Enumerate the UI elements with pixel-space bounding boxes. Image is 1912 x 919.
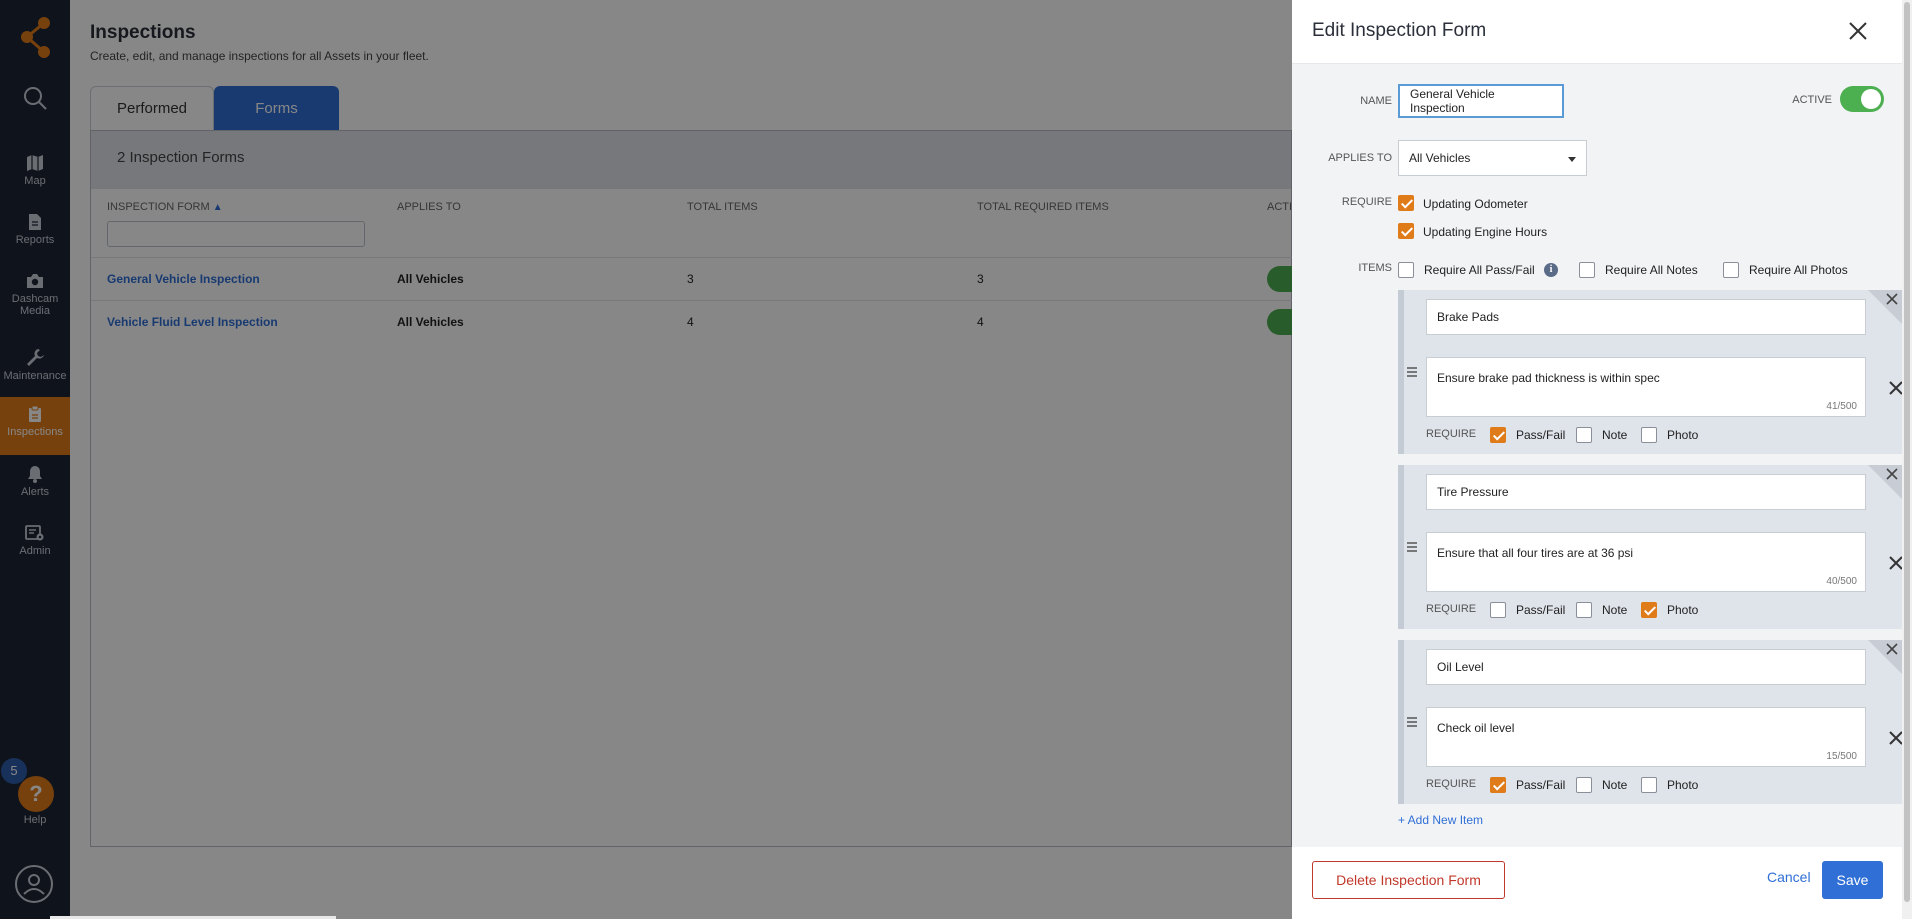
require-all-photos-checkbox[interactable] [1723, 262, 1739, 278]
item-pass-fail-checkbox[interactable] [1490, 777, 1506, 793]
require-engine-hours-label: Updating Engine Hours [1423, 225, 1548, 239]
item-pass-fail-label: Pass/Fail [1516, 778, 1566, 792]
require-all-pass-fail-label: Require All Pass/Fail [1424, 263, 1535, 277]
drag-handle-icon[interactable] [1406, 366, 1418, 378]
character-count: 40/500 [1826, 576, 1857, 587]
item-require-label: REQUIRE [1426, 778, 1477, 790]
modal-backdrop[interactable] [0, 0, 1292, 919]
item-photo-label: Photo [1667, 603, 1699, 617]
item-photo-checkbox[interactable] [1641, 602, 1657, 618]
items-label: ITEMS [1358, 262, 1392, 274]
applies-to-value: All Vehicles [1409, 151, 1471, 165]
require-odometer-label: Updating Odometer [1423, 197, 1528, 211]
form-name-input[interactable]: General Vehicle Inspection [1398, 84, 1564, 118]
require-engine-hours-checkbox[interactable] [1398, 223, 1414, 239]
item-description-input[interactable]: Ensure that all four tires are at 36 psi… [1426, 532, 1866, 592]
active-toggle[interactable] [1840, 86, 1884, 112]
applies-to-select[interactable]: All Vehicles [1398, 140, 1587, 176]
drag-handle-icon[interactable] [1406, 541, 1418, 553]
item-pass-fail-checkbox[interactable] [1490, 427, 1506, 443]
inspection-item: Tire Pressure Ensure that all four tires… [1398, 465, 1903, 629]
item-require-label: REQUIRE [1426, 603, 1477, 615]
item-pass-fail-checkbox[interactable] [1490, 602, 1506, 618]
close-icon[interactable] [1886, 293, 1898, 305]
close-icon[interactable] [1886, 468, 1898, 480]
item-photo-label: Photo [1667, 778, 1699, 792]
drag-handle-icon[interactable] [1406, 716, 1418, 728]
character-count: 15/500 [1826, 751, 1857, 762]
item-note-checkbox[interactable] [1576, 427, 1592, 443]
item-photo-label: Photo [1667, 428, 1699, 442]
name-label: NAME [1360, 95, 1392, 107]
item-require-label: REQUIRE [1426, 428, 1477, 440]
require-all-photos-label: Require All Photos [1749, 263, 1848, 277]
scrollbar-thumb[interactable] [1904, 2, 1910, 902]
panel-scrollbar[interactable] [1902, 0, 1912, 919]
require-all-notes-label: Require All Notes [1605, 263, 1698, 277]
item-description-text: Ensure brake pad thickness is within spe… [1437, 371, 1660, 385]
delete-inspection-form-button[interactable]: Delete Inspection Form [1312, 861, 1505, 899]
item-note-label: Note [1602, 603, 1628, 617]
panel-body: NAME General Vehicle Inspection ACTIVE A… [1292, 64, 1903, 847]
require-all-pass-fail-checkbox[interactable] [1398, 262, 1414, 278]
require-all-notes-checkbox[interactable] [1579, 262, 1595, 278]
close-icon[interactable] [1886, 643, 1898, 655]
save-button[interactable]: Save [1822, 861, 1883, 899]
item-photo-checkbox[interactable] [1641, 777, 1657, 793]
edit-inspection-form-panel: Edit Inspection Form NAME General Vehicl… [1292, 0, 1912, 919]
item-note-label: Note [1602, 778, 1628, 792]
item-name-input[interactable]: Tire Pressure [1426, 474, 1866, 510]
item-note-checkbox[interactable] [1576, 602, 1592, 618]
require-odometer-checkbox[interactable] [1398, 195, 1414, 211]
close-icon[interactable] [1847, 20, 1869, 42]
item-description-text: Check oil level [1437, 721, 1515, 735]
item-description-input[interactable]: Ensure brake pad thickness is within spe… [1426, 357, 1866, 417]
character-count: 41/500 [1826, 401, 1857, 412]
require-label: REQUIRE [1341, 196, 1392, 208]
panel-footer: Delete Inspection Form Cancel Save [1292, 847, 1902, 919]
add-new-item-link[interactable]: + Add New Item [1398, 813, 1483, 827]
inspection-item: Brake Pads Ensure brake pad thickness is… [1398, 290, 1903, 454]
cancel-button[interactable]: Cancel [1767, 869, 1811, 885]
chevron-down-icon [1568, 157, 1576, 162]
item-note-label: Note [1602, 428, 1628, 442]
item-pass-fail-label: Pass/Fail [1516, 428, 1566, 442]
item-photo-checkbox[interactable] [1641, 427, 1657, 443]
item-note-checkbox[interactable] [1576, 777, 1592, 793]
active-label: ACTIVE [1792, 94, 1832, 106]
panel-header: Edit Inspection Form [1292, 0, 1912, 64]
inspection-item: Oil Level Check oil level 15/500 REQUIRE… [1398, 640, 1903, 804]
info-icon[interactable]: i [1544, 263, 1558, 277]
item-pass-fail-label: Pass/Fail [1516, 603, 1566, 617]
applies-to-label: APPLIES TO [1328, 152, 1392, 164]
item-description-text: Ensure that all four tires are at 36 psi [1437, 546, 1634, 560]
item-name-input[interactable]: Oil Level [1426, 649, 1866, 685]
item-description-input[interactable]: Check oil level 15/500 [1426, 707, 1866, 767]
panel-title: Edit Inspection Form [1312, 20, 1487, 41]
item-name-input[interactable]: Brake Pads [1426, 299, 1866, 335]
